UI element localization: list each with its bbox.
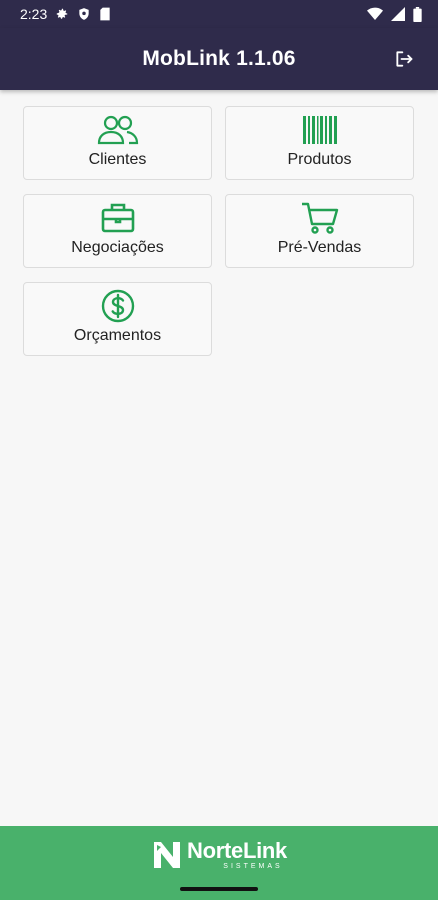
wifi-icon xyxy=(367,7,383,21)
status-time: 2:23 xyxy=(20,6,48,22)
menu-tile-label: Pré-Vendas xyxy=(277,239,362,256)
menu-tile-negociacoes[interactable]: Negociações xyxy=(23,194,212,268)
menu-tile-produtos[interactable]: Produtos xyxy=(225,106,414,180)
navigation-handle[interactable] xyxy=(180,887,258,891)
battery-icon xyxy=(413,6,422,22)
shield-icon xyxy=(79,8,89,20)
logout-button[interactable] xyxy=(390,45,418,73)
menu-tile-label: Produtos xyxy=(287,151,352,168)
signal-icon xyxy=(391,7,405,21)
menu-tile-label: Orçamentos xyxy=(73,327,162,344)
menu-tile-clientes[interactable]: Clientes xyxy=(23,106,212,180)
status-left: 2:23 xyxy=(20,6,111,22)
nortelink-logo-icon xyxy=(154,842,180,868)
sim-card-icon xyxy=(100,7,110,21)
briefcase-icon xyxy=(101,203,134,233)
status-bar: 2:23 xyxy=(0,0,438,28)
barcode-icon xyxy=(302,116,337,144)
menu-tile-orcamentos[interactable]: Orçamentos xyxy=(23,282,212,356)
logout-icon xyxy=(396,51,413,67)
brand-tagline: SISTEMAS xyxy=(223,863,283,870)
brand-logo: NorteLink SISTEMAS xyxy=(151,839,287,871)
brand-name: NorteLink xyxy=(187,838,287,863)
app-title: MobLink 1.1.06 xyxy=(142,47,296,70)
users-icon xyxy=(97,115,138,145)
app-bar: MobLink 1.1.06 xyxy=(0,28,438,90)
menu-tile-pre-vendas[interactable]: Pré-Vendas xyxy=(225,194,414,268)
menu-tile-label: Negociações xyxy=(71,239,164,256)
cart-icon xyxy=(301,202,338,234)
status-right xyxy=(367,6,422,22)
menu-tile-label: Clientes xyxy=(88,151,147,168)
gear-icon xyxy=(57,8,68,19)
dollar-icon xyxy=(101,289,134,323)
